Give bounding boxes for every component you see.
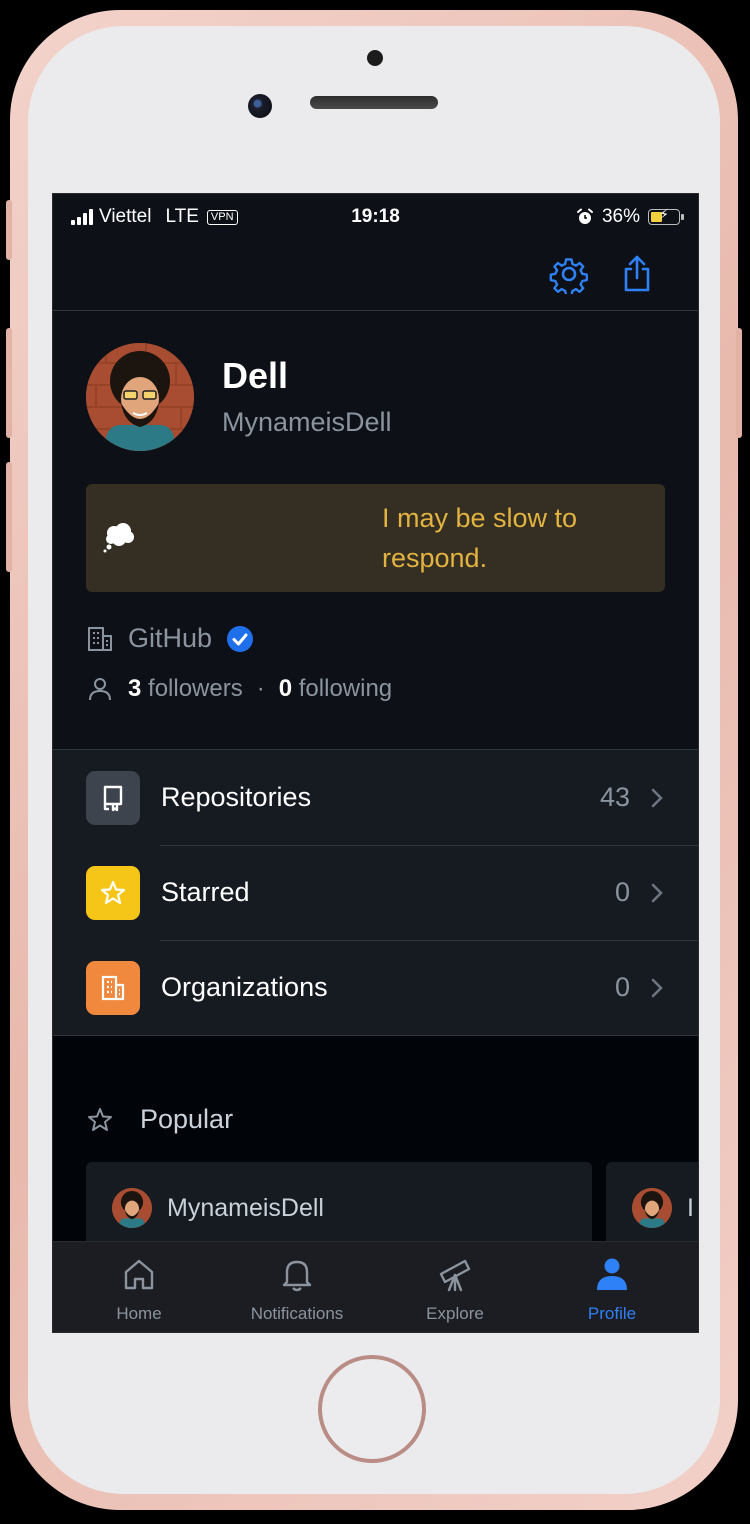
followers-count: 3 (128, 675, 142, 702)
tab-home[interactable]: Home (60, 1242, 218, 1332)
alarm-icon (576, 208, 593, 224)
follow-stats[interactable]: 3 followers · 0 following (86, 675, 392, 703)
telescope-icon (439, 1259, 471, 1292)
status-bar: Viettel LTE VPN 19:18 36% ⚡ (53, 194, 698, 242)
company-row: GitHub (86, 623, 254, 654)
profile-login: MynameisDell (222, 407, 392, 437)
proximity-sensor (367, 50, 383, 66)
front-camera (248, 94, 272, 118)
organization-icon (86, 960, 140, 1015)
user-status-card[interactable]: I may be slow to respond. (86, 484, 665, 592)
tab-bar: Home Notifications Explore Profile (53, 1241, 698, 1332)
repo-icon (86, 770, 140, 825)
menu-label: Repositories (161, 782, 312, 812)
thought-balloon-icon (103, 523, 134, 553)
popular-repo-card[interactable]: I (606, 1162, 698, 1252)
owner-name: MynameisDell (167, 1194, 324, 1222)
menu-count: 0 (614, 972, 630, 1002)
popular-header: Popular (86, 1104, 233, 1135)
building-icon (88, 626, 112, 651)
chevron-right-icon (651, 788, 663, 807)
following-stat[interactable]: 0 following (279, 675, 392, 703)
chevron-right-icon (651, 978, 663, 997)
menu-count: 43 (599, 782, 630, 812)
owner-avatar (112, 1188, 152, 1228)
earpiece-speaker (310, 96, 438, 109)
follow-separator: · (256, 675, 265, 702)
tab-profile[interactable]: Profile (533, 1242, 691, 1332)
owner-avatar (632, 1188, 672, 1228)
volume-up-button (6, 328, 12, 438)
profile-menu: Repositories 43 Starred 0 Organizations … (53, 749, 698, 1036)
followers-stat[interactable]: 3 followers (128, 675, 243, 703)
chevron-right-icon (651, 883, 663, 902)
tab-label: Home (116, 1304, 162, 1323)
menu-item-repositories[interactable]: Repositories 43 (53, 750, 698, 845)
tab-label: Profile (587, 1304, 637, 1323)
mute-switch (6, 200, 12, 260)
following-count: 0 (278, 675, 293, 702)
gear-icon[interactable] (549, 254, 589, 294)
battery-info: 36% ⚡ (576, 206, 684, 228)
avatar-illustration (86, 343, 194, 451)
star-outline-icon (88, 1107, 112, 1131)
company-name[interactable]: GitHub (128, 623, 212, 654)
menu-count: 0 (614, 877, 630, 907)
tab-explore[interactable]: Explore (376, 1242, 534, 1332)
avatar[interactable] (86, 343, 194, 451)
menu-item-starred[interactable]: Starred 0 (53, 845, 698, 940)
battery-percent: 36% (601, 206, 640, 227)
popular-repo-card[interactable]: MynameisDell (86, 1162, 592, 1252)
profile-name: Dell (222, 355, 289, 396)
verified-badge-icon (227, 625, 254, 652)
menu-label: Organizations (161, 972, 328, 1002)
status-message: I may be slow to respond. (382, 503, 578, 573)
tab-notifications[interactable]: Notifications (218, 1242, 376, 1332)
followers-label: followers (148, 675, 243, 702)
popular-title: Popular (140, 1104, 234, 1134)
home-icon (124, 1259, 154, 1290)
share-icon[interactable] (617, 254, 657, 294)
person-icon (89, 678, 111, 701)
menu-item-organizations[interactable]: Organizations 0 (53, 940, 698, 1035)
home-button[interactable] (318, 1355, 426, 1463)
following-label: following (298, 675, 393, 702)
tab-label: Notifications (250, 1304, 344, 1323)
bell-icon (282, 1260, 312, 1292)
tab-label: Explore (426, 1304, 484, 1323)
volume-down-button (6, 462, 12, 572)
battery-icon: ⚡ (648, 206, 684, 225)
owner-name: I (687, 1194, 694, 1222)
app-screen: Viettel LTE VPN 19:18 36% ⚡ Dell Mynamei… (52, 193, 699, 1333)
power-button (736, 328, 742, 438)
top-bar (53, 242, 698, 311)
star-icon (86, 865, 140, 920)
person-icon (597, 1258, 627, 1290)
menu-label: Starred (161, 877, 250, 907)
